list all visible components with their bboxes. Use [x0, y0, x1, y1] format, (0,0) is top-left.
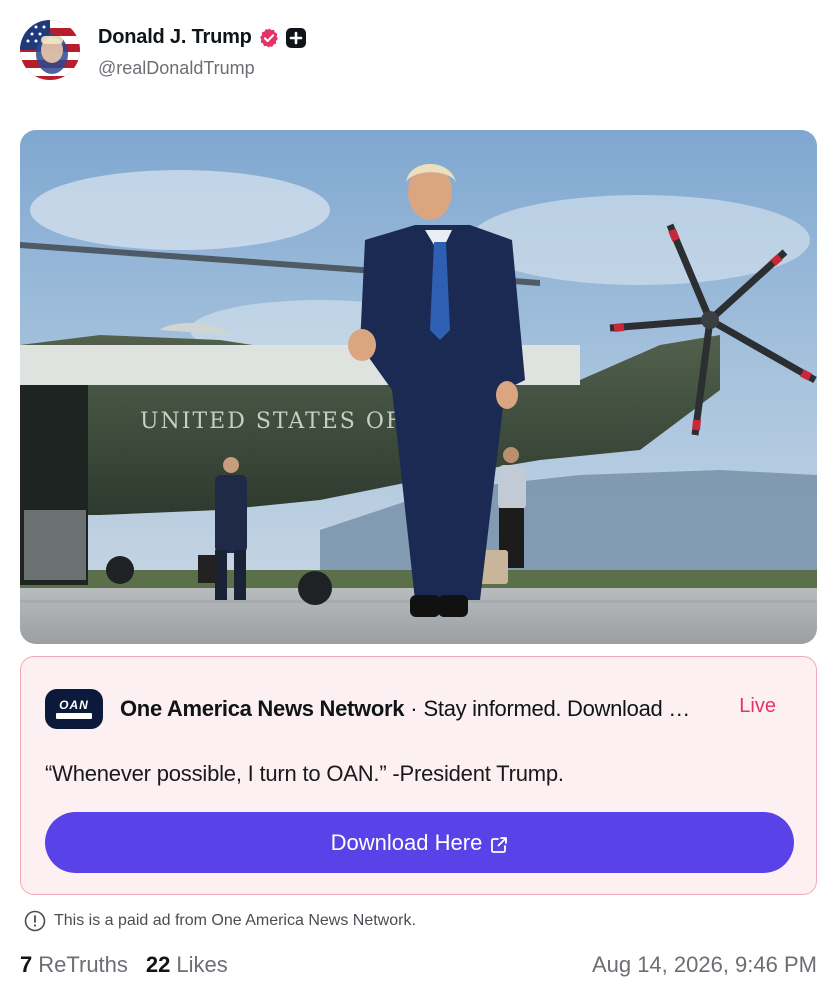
sponsored-ad-card[interactable]: OAN One America News Network · Stay info…	[20, 656, 817, 895]
flag-portrait-avatar-icon	[20, 20, 80, 80]
ad-header: OAN One America News Network · Stay info…	[45, 689, 795, 729]
retruths-label: ReTruths	[38, 952, 128, 977]
download-button-label: Download Here	[330, 829, 483, 855]
helicopter-text: UNITED STATES OF	[140, 409, 403, 434]
name-row: Donald J. Trump	[98, 26, 306, 49]
display-name[interactable]: Donald J. Trump	[98, 26, 252, 49]
post-timestamp[interactable]: Aug 14, 2026, 9:46 PM	[592, 952, 817, 978]
disclaimer-text: This is a paid ad from One America News …	[54, 912, 416, 929]
author-handle[interactable]: @realDonaldTrump	[98, 58, 255, 79]
external-link-icon	[490, 834, 508, 853]
sponsor-name[interactable]: One America News Network	[120, 696, 405, 722]
likes-count: 22	[145, 952, 171, 977]
likes-stat[interactable]: 22 Likes	[146, 952, 228, 978]
likes-label: Likes	[176, 952, 228, 977]
verified-badge-icon	[258, 27, 280, 49]
avatar[interactable]	[20, 20, 80, 80]
ad-quote: “Whenever possible, I turn to OAN.” -Pre…	[45, 761, 564, 786]
oan-logo-icon[interactable]: OAN	[45, 689, 103, 729]
plus-badge-icon	[285, 27, 306, 48]
helicopter-scene-image: UNITED STATES OF	[20, 130, 817, 644]
separator-dot: ·	[410, 696, 418, 721]
live-label: Live	[739, 695, 776, 717]
download-here-button[interactable]: Download Here	[45, 812, 794, 873]
oan-logo-bar	[56, 713, 92, 719]
paid-ad-disclaimer: This is a paid ad from One America News …	[24, 910, 416, 932]
ad-tagline: Stay informed. Download the app	[423, 696, 694, 721]
oan-logo-text: OAN	[59, 698, 89, 712]
post-photo[interactable]: UNITED STATES OF	[20, 130, 817, 644]
info-circle-icon	[24, 910, 46, 932]
post-header: Donald J. Trump @realDonaldTrump	[20, 18, 800, 84]
retruths-count: 7	[20, 952, 33, 977]
retruths-stat[interactable]: 7 ReTruths	[20, 952, 128, 978]
engagement-stats: 7 ReTruths 22 Likes	[20, 952, 228, 978]
